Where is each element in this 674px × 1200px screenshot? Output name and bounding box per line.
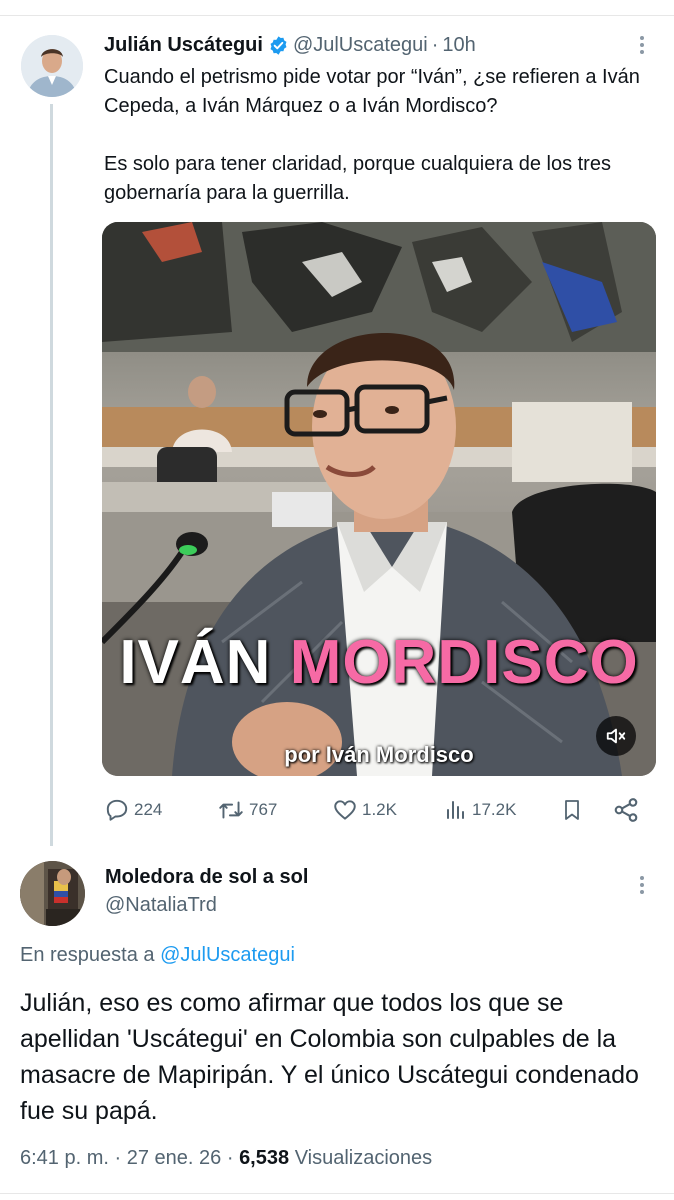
reply-time[interactable]: 6:41 p. m. <box>20 1147 109 1169</box>
reply-context: En respuesta a @JulUscategui <box>20 944 295 967</box>
views-count: 17.2K <box>472 800 517 819</box>
bottom-divider <box>0 1193 674 1194</box>
reply-button[interactable]: 224 <box>104 795 162 825</box>
reply-author-handle[interactable]: @NataliaTrd <box>105 894 217 917</box>
share-icon <box>614 798 638 822</box>
views-icon <box>447 801 464 819</box>
repost-button[interactable]: 767 <box>217 795 277 825</box>
reply-view-count: 6,538 <box>239 1147 290 1169</box>
repost-count: 767 <box>249 800 278 819</box>
thread-connector-line <box>50 104 53 846</box>
tweet-text-paragraph-2: Es solo para tener claridad, porque cual… <box>104 153 611 204</box>
reply-text: Julián, eso es como afirmar que todos lo… <box>20 989 639 1125</box>
reply-icon <box>106 799 128 821</box>
top-divider <box>0 15 674 16</box>
video-caption-word-2: MORDISCO <box>289 628 639 697</box>
meta-separator: · <box>114 1147 122 1169</box>
meta-separator: · <box>226 1147 234 1169</box>
author-avatar[interactable] <box>21 35 83 97</box>
reply-author-avatar[interactable] <box>20 861 85 926</box>
reply-prefix: En respuesta a <box>20 944 155 966</box>
tweet-text-paragraph-1: Cuando el petrismo pide votar por “Iván”… <box>104 66 640 117</box>
bookmark-icon <box>565 800 579 820</box>
repost-icon <box>219 801 243 819</box>
tweet-video[interactable]: IVÁN MORDISCO por Iván Mordisco <box>102 222 656 776</box>
tweet-action-bar: 224 767 1.2K 17.2K <box>104 795 649 825</box>
reply-count: 224 <box>134 800 163 819</box>
reply-views-label: Visualizaciones <box>294 1147 433 1169</box>
verified-badge-icon <box>270 35 287 55</box>
views-button[interactable]: 17.2K <box>444 795 516 825</box>
like-count: 1.2K <box>362 800 397 819</box>
bookmark-button[interactable] <box>560 795 584 825</box>
author-row: Julián Uscátegui @JulUscategui · 10h <box>104 31 476 59</box>
video-caption-word-1: IVÁN <box>119 628 272 697</box>
tweet-text: Cuando el petrismo pide votar por “Iván”… <box>104 63 664 208</box>
reply-meta: 6:41 p. m. · 27 ene. 26 · 6,538 Visualiz… <box>20 1147 432 1170</box>
mute-icon[interactable] <box>596 716 636 756</box>
reply-date[interactable]: 27 ene. 26 <box>127 1147 222 1169</box>
video-caption-title: IVÁN MORDISCO <box>102 627 656 698</box>
tweet-time[interactable]: 10h <box>442 34 475 57</box>
video-subtitle: por Iván Mordisco <box>284 742 474 767</box>
reply-author-name[interactable]: Moledora de sol a sol <box>105 866 308 889</box>
like-icon <box>334 800 356 820</box>
share-button[interactable] <box>612 795 640 825</box>
time-separator: · <box>431 33 439 56</box>
more-icon[interactable] <box>636 36 648 58</box>
author-handle[interactable]: @JulUscategui <box>293 34 428 57</box>
more-icon[interactable] <box>636 876 648 898</box>
like-button[interactable]: 1.2K <box>332 795 397 825</box>
reply-to-handle-link[interactable]: @JulUscategui <box>160 944 295 966</box>
author-name[interactable]: Julián Uscátegui <box>104 34 263 57</box>
